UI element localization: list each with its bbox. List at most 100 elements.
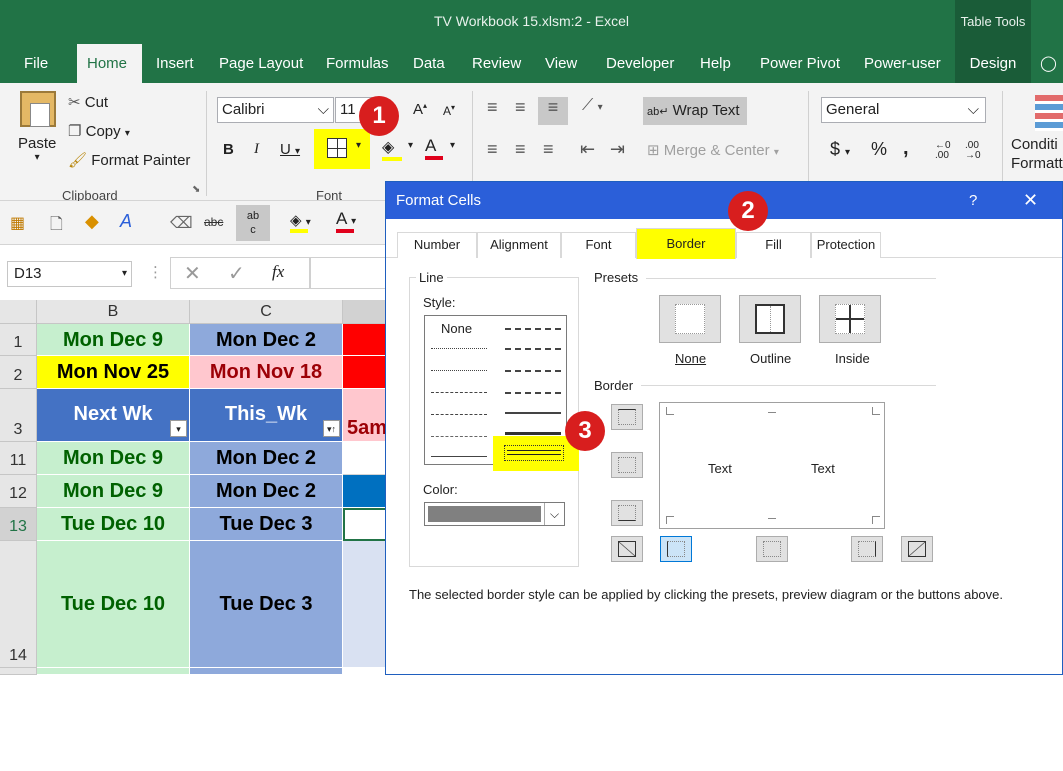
cut-button[interactable]: ✂ Cut: [68, 93, 108, 111]
cell-c13[interactable]: Tue Dec 3: [190, 508, 343, 541]
cell-c14[interactable]: Tue Dec 3: [190, 541, 343, 668]
column-header-c[interactable]: C: [190, 300, 343, 324]
copy-button[interactable]: ❐ Copy ▾: [68, 122, 130, 140]
middle-align-icon[interactable]: ≡: [515, 97, 526, 118]
cancel-icon[interactable]: ✕: [184, 261, 201, 286]
cell-c12[interactable]: Mon Dec 2: [190, 475, 343, 508]
tab-alignment[interactable]: Alignment: [477, 232, 561, 258]
row-header[interactable]: 11: [0, 442, 37, 475]
row-header[interactable]: 2: [0, 356, 37, 389]
font-color-dropdown-icon[interactable]: ▾: [450, 140, 455, 151]
name-box[interactable]: D13 ▾: [7, 261, 132, 287]
help-button[interactable]: ?: [969, 182, 977, 219]
preset-inside-button[interactable]: [819, 295, 881, 343]
tab-formulas[interactable]: Formulas: [316, 44, 399, 83]
border-left-button[interactable]: [660, 536, 692, 562]
line-style-dashed[interactable]: [431, 436, 487, 437]
border-right-button[interactable]: [851, 536, 883, 562]
tab-border[interactable]: Border: [636, 228, 736, 259]
cell-b11[interactable]: Mon Dec 9: [37, 442, 190, 475]
currency-button[interactable]: $ ▾: [830, 139, 850, 160]
decrease-font-icon[interactable]: A▾: [443, 103, 455, 118]
cell-c15[interactable]: [190, 668, 343, 675]
decrease-indent-icon[interactable]: ⇤: [580, 139, 595, 160]
format-painter-button[interactable]: 🖌 Format Painter: [68, 151, 190, 169]
style-icon[interactable]: A: [120, 211, 132, 232]
tab-number[interactable]: Number: [397, 232, 477, 258]
tab-developer[interactable]: Developer: [596, 44, 684, 83]
border-diagonal-up-button[interactable]: [611, 536, 643, 562]
line-style-thin[interactable]: [431, 456, 487, 457]
line-style-medium-dashed[interactable]: [505, 392, 561, 394]
cell-b15[interactable]: [37, 668, 190, 675]
border-middle-vertical-button[interactable]: [756, 536, 788, 562]
font-color-qat-button[interactable]: A ▾: [336, 209, 356, 233]
line-style-hair[interactable]: [431, 348, 487, 349]
decrease-decimal-icon[interactable]: .00 →0: [965, 141, 981, 161]
tab-font[interactable]: Font: [561, 232, 636, 258]
line-style-none[interactable]: None: [441, 321, 472, 336]
cell-b14[interactable]: Tue Dec 10: [37, 541, 190, 668]
borders-icon[interactable]: [327, 138, 347, 158]
border-bottom-button[interactable]: [611, 500, 643, 526]
cell-b1[interactable]: Mon Dec 9: [37, 324, 190, 356]
column-header-b[interactable]: B: [37, 300, 190, 324]
tab-power-pivot[interactable]: Power Pivot: [750, 44, 850, 83]
filter-dropdown-icon[interactable]: ▾: [170, 420, 187, 437]
sort-filter-icon[interactable]: ▾↑: [323, 420, 340, 437]
tab-data[interactable]: Data: [403, 44, 455, 83]
top-align-icon[interactable]: ≡: [487, 97, 498, 118]
formula-input[interactable]: [310, 257, 390, 289]
line-style-dash-dot[interactable]: [431, 414, 487, 415]
orientation-icon[interactable]: ⟋ ▾: [582, 97, 603, 115]
number-format-combo[interactable]: General ⌵: [821, 97, 986, 123]
preset-none-button[interactable]: [659, 295, 721, 343]
font-color-button[interactable]: A: [425, 136, 443, 160]
line-style-medium-dash-dot-dot[interactable]: [505, 328, 561, 330]
column-header-d[interactable]: [343, 300, 390, 324]
row-header[interactable]: 12: [0, 475, 37, 508]
border-preview[interactable]: Text Text: [659, 402, 885, 529]
increase-indent-icon[interactable]: ⇥: [610, 139, 625, 160]
eraser-icon[interactable]: ⌫: [170, 213, 193, 233]
fill-color-dropdown-icon[interactable]: ▾: [408, 140, 413, 151]
cell-d11[interactable]: [343, 442, 390, 475]
warning-icon[interactable]: ◆: [85, 211, 99, 232]
conditional-formatting-button[interactable]: Conditi Formatti: [1011, 135, 1063, 173]
border-top-button[interactable]: [611, 404, 643, 430]
border-middle-horizontal-button[interactable]: [611, 452, 643, 478]
line-style-double[interactable]: [504, 445, 564, 461]
cell-c2[interactable]: Mon Nov 18: [190, 356, 343, 389]
spelling-icon[interactable]: ab c: [236, 205, 270, 241]
font-name-combo[interactable]: Calibri ⌵: [217, 97, 334, 123]
line-style-medium[interactable]: [505, 412, 561, 414]
row-header[interactable]: 13: [0, 508, 37, 541]
cell-d1[interactable]: [343, 324, 390, 356]
close-button[interactable]: ✕: [1023, 182, 1038, 219]
merge-center-button[interactable]: ⊞ Merge & Center ▾: [647, 141, 779, 159]
percent-button[interactable]: %: [871, 139, 887, 160]
cell-d13-selected[interactable]: [343, 508, 390, 541]
document-icon[interactable]: 🗋: [50, 213, 63, 240]
insert-function-button[interactable]: fx: [272, 262, 284, 282]
wrap-text-button[interactable]: ab↵ Wrap Text: [643, 97, 747, 125]
cell-d14[interactable]: [343, 541, 390, 668]
clipboard-launcher-icon[interactable]: ⬊: [192, 184, 200, 195]
select-all-corner[interactable]: [0, 300, 37, 324]
bold-button[interactable]: B: [223, 141, 234, 158]
row-header[interactable]: 14: [0, 541, 37, 668]
cell-d12[interactable]: [343, 475, 390, 508]
tab-home[interactable]: Home: [77, 44, 142, 83]
tab-review[interactable]: Review: [462, 44, 531, 83]
align-right-icon[interactable]: ≡: [543, 139, 554, 160]
fill-color-qat-button[interactable]: ◈ ▾: [290, 211, 311, 233]
line-style-slanted-dash-dot[interactable]: [505, 348, 561, 350]
preset-outline-button[interactable]: [739, 295, 801, 343]
border-diagonal-down-button[interactable]: [901, 536, 933, 562]
tab-protection[interactable]: Protection: [811, 232, 881, 258]
conditional-formatting-icon[interactable]: [1035, 95, 1063, 131]
tab-insert[interactable]: Insert: [146, 44, 204, 83]
cell-b13[interactable]: Tue Dec 10: [37, 508, 190, 541]
bottom-align-icon[interactable]: ≡: [538, 97, 568, 125]
comma-button[interactable]: ,: [903, 137, 909, 160]
